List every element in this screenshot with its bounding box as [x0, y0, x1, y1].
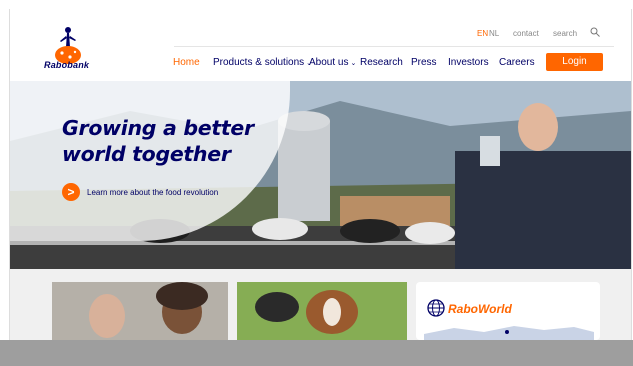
card-raboworld[interactable]: RaboWorld — [416, 282, 600, 340]
contact-link[interactable]: contact — [513, 29, 539, 38]
hero-banner: Growing a better world together > Learn … — [10, 81, 631, 269]
nav-item-products-solutions[interactable]: Products & solutions ⌄ — [213, 57, 312, 68]
nav-item-about-us[interactable]: About us ⌄ — [309, 57, 356, 68]
globe-icon — [427, 299, 445, 317]
site-header: Rabobank EN NL contact search Home Produ… — [10, 9, 631, 81]
hero-cta-text[interactable]: Learn more about the food revolution — [87, 188, 218, 197]
content-section: RaboWorld — [10, 269, 631, 341]
hero-title: Growing a better world together — [62, 116, 254, 166]
world-map-graphic — [424, 326, 594, 340]
login-button[interactable]: Login — [546, 53, 603, 71]
chevron-down-icon: ⌄ — [350, 60, 357, 67]
hero-cta-link[interactable]: > Learn more about the food revolution — [62, 181, 218, 203]
nav-item-investors[interactable]: Investors — [448, 57, 489, 68]
language-nl-link[interactable]: NL — [489, 29, 499, 38]
browser-page: Rabobank EN NL contact search Home Produ… — [9, 9, 632, 341]
people-photo — [52, 282, 228, 340]
nav-item-press[interactable]: Press — [411, 57, 437, 68]
search-icon[interactable] — [590, 27, 600, 37]
nav-label: About us — [309, 57, 349, 68]
nav-item-research[interactable]: Research — [360, 57, 403, 68]
cows-photo — [237, 282, 407, 340]
nav-item-home[interactable]: Home — [173, 57, 200, 68]
search-link[interactable]: search — [553, 29, 577, 38]
language-en-link[interactable]: EN — [477, 29, 488, 38]
chevron-right-icon[interactable]: > — [62, 183, 80, 201]
header-divider — [174, 46, 614, 47]
card-cows-photo[interactable] — [237, 282, 407, 340]
raboworld-title: RaboWorld — [448, 302, 512, 316]
nav-label: Products & solutions — [213, 57, 305, 68]
card-people-photo[interactable] — [52, 282, 228, 340]
logo-wordmark[interactable]: Rabobank — [44, 60, 89, 70]
bottom-overlay-bar — [0, 340, 633, 366]
nav-item-careers[interactable]: Careers — [499, 57, 535, 68]
